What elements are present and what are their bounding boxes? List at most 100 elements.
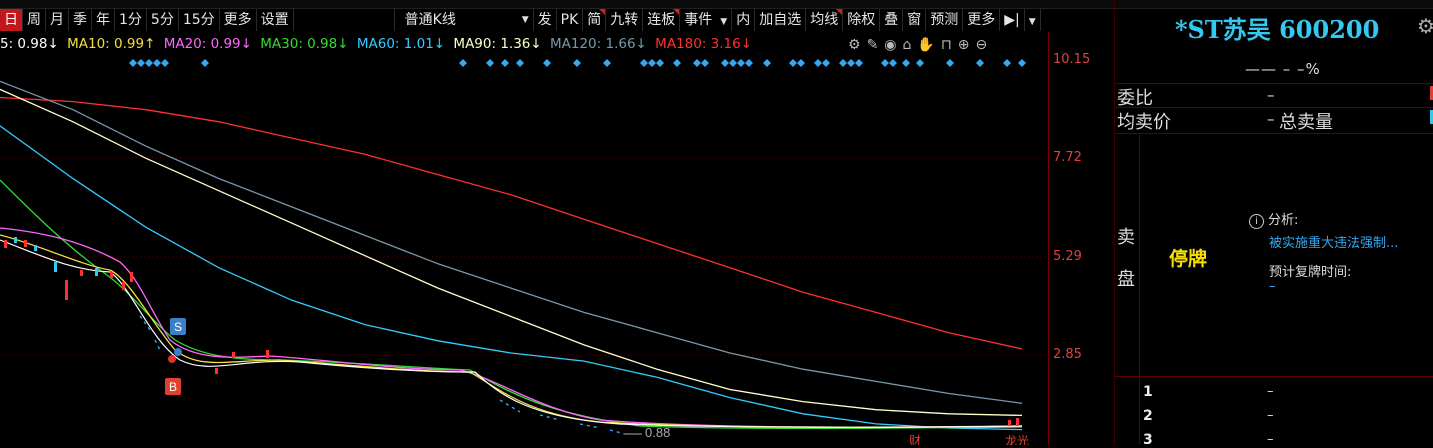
ma60-line (0, 125, 1023, 431)
candle (110, 272, 113, 278)
sell-level-1: 1 (1143, 384, 1153, 400)
candle (4, 240, 7, 248)
min-price-label: 0.88 (645, 425, 670, 440)
period-week-button[interactable]: 周 (23, 9, 46, 31)
ma20-value: MA20: 0.99↓ (163, 36, 252, 52)
ma30-line (0, 179, 1023, 430)
candle (266, 350, 269, 358)
window-button[interactable]: 窗 (903, 9, 927, 31)
sell-level-2-value: – (1267, 408, 1274, 423)
gear-icon[interactable]: ⚙ (848, 37, 861, 53)
sell-panel-divider (1139, 135, 1140, 445)
chart-toolbar: 日 周 月 季 年 1分 5分 15分 更多 设置 普通K线 ▼ 发 PK 简 … (0, 8, 1050, 32)
ma180-value: MA180: 3.16↓ (655, 36, 753, 52)
kline-chart[interactable]: S B 0.88 财 龙光 (0, 56, 1050, 445)
divider (1115, 83, 1433, 84)
zoom-out-icon[interactable]: ⊖ (976, 37, 988, 53)
hand-icon[interactable]: ✋ (917, 37, 934, 53)
unlock-icon[interactable]: ⊓ (941, 37, 952, 53)
candle (65, 280, 68, 300)
candle (24, 240, 27, 247)
ex-rights-button[interactable]: 除权 (843, 9, 881, 31)
sell-label-1: 卖 (1117, 227, 1135, 248)
pen-icon[interactable]: ✎ (867, 37, 879, 53)
period-5min-button[interactable]: 5分 (147, 9, 179, 31)
candle (1008, 420, 1011, 426)
ma90-value: MA90: 1.36↓ (453, 36, 542, 52)
sell-level-3: 3 (1143, 432, 1153, 448)
finance-event-marker[interactable]: 财 (909, 434, 921, 445)
candle (130, 272, 133, 282)
weibi-value: – (1267, 86, 1275, 104)
eye-icon[interactable]: ◉ (884, 37, 896, 53)
candle (14, 237, 17, 243)
ma20-line (0, 227, 1023, 428)
halt-status: 停牌 (1169, 248, 1208, 270)
event-markers (129, 59, 1026, 67)
add-favorite-button[interactable]: 加自选 (755, 9, 807, 31)
candle (1016, 418, 1019, 426)
ma5-line (0, 239, 1023, 428)
divider (1115, 376, 1433, 377)
buy-signal-label: B (169, 380, 177, 394)
ma10-value: MA10: 0.99↑ (67, 36, 156, 52)
candlesticks (4, 237, 1019, 426)
sell-point (174, 348, 182, 356)
candle (95, 268, 98, 276)
period-15min-button[interactable]: 15分 (179, 9, 220, 31)
ma-legend: 5: 0.98↓ MA10: 0.99↑ MA20: 0.99↓ MA30: 0… (0, 36, 756, 54)
overlay-button[interactable]: 叠 (880, 9, 904, 31)
sell-signal-label: S (174, 320, 182, 334)
candle (122, 282, 125, 290)
lower-band-dots (139, 315, 626, 435)
ktype-label: 普通K线 (404, 12, 456, 28)
chevron-down-icon: ▼ (1028, 17, 1036, 27)
period-quarter-button[interactable]: 季 (69, 9, 92, 31)
toolbar-simple-button[interactable]: 简 (583, 9, 607, 31)
ma-lines-button[interactable]: 均线 (806, 9, 844, 31)
candle (54, 262, 57, 272)
sell-label-2: 盘 (1117, 269, 1135, 290)
gear-icon[interactable]: ⚙ (1417, 14, 1433, 38)
ma-lines (0, 80, 1023, 431)
candle (34, 245, 37, 251)
buy-signal[interactable]: B (165, 378, 181, 395)
period-more-button[interactable]: 更多 (220, 9, 257, 31)
period-month-button[interactable]: 月 (46, 9, 69, 31)
analysis-label: 分析: (1268, 213, 1299, 228)
sell-level-2: 2 (1143, 408, 1153, 424)
divider (1115, 133, 1433, 134)
toolbar-jiuzhuan-button[interactable]: 九转 (606, 9, 644, 31)
price-change: —— – –% (1245, 60, 1321, 78)
candle (215, 368, 218, 374)
period-year-button[interactable]: 年 (92, 9, 115, 31)
candle (232, 352, 235, 358)
chevron-down-icon: ▼ (720, 17, 728, 27)
sell-signal[interactable]: S (170, 318, 186, 335)
more-button[interactable]: 更多 (963, 9, 1001, 31)
resume-time-label: 预计复牌时间: (1269, 265, 1352, 280)
ktype-select[interactable]: 普通K线 ▼ (393, 9, 534, 31)
period-1min-button[interactable]: 1分 (115, 9, 147, 31)
end-arrow-button[interactable]: ▶| (1000, 9, 1025, 31)
lock-icon[interactable]: ⌂ (903, 37, 912, 53)
y-tick: 7.72 (1053, 150, 1082, 165)
analysis-text[interactable]: 被实施重大违法强制... (1269, 232, 1398, 251)
ma120-value: MA120: 1.66↓ (550, 36, 647, 52)
ma60-value: MA60: 1.01↓ (356, 36, 446, 52)
toolbar-fa-button[interactable]: 发 (534, 9, 557, 31)
quote-panel: *ST苏吴 600200 ⚙ —— – –% 委比 – 均卖价 – 总卖量 卖 … (1114, 0, 1433, 448)
forecast-button[interactable]: 预测 (926, 9, 964, 31)
zoom-in-icon[interactable]: ⊕ (958, 37, 970, 53)
toolbar-lianban-button[interactable]: 连板 (643, 9, 681, 31)
settings-button[interactable]: 设置 (257, 9, 294, 31)
toolbar-nei-button[interactable]: 内 (732, 9, 756, 31)
total-sell-volume-label: 总卖量 (1279, 112, 1333, 133)
period-day-button[interactable]: 日 (0, 9, 23, 31)
dragon-event-marker[interactable]: 龙光 (1005, 434, 1029, 445)
avg-sell-price-value: – (1267, 110, 1275, 128)
events-label: 事件 (684, 12, 713, 28)
toolbar-events-button[interactable]: 事件 ▼ (680, 9, 733, 31)
toolbar-pk-button[interactable]: PK (557, 9, 584, 31)
toolbar-dropdown-button[interactable]: ▼ (1025, 9, 1041, 31)
